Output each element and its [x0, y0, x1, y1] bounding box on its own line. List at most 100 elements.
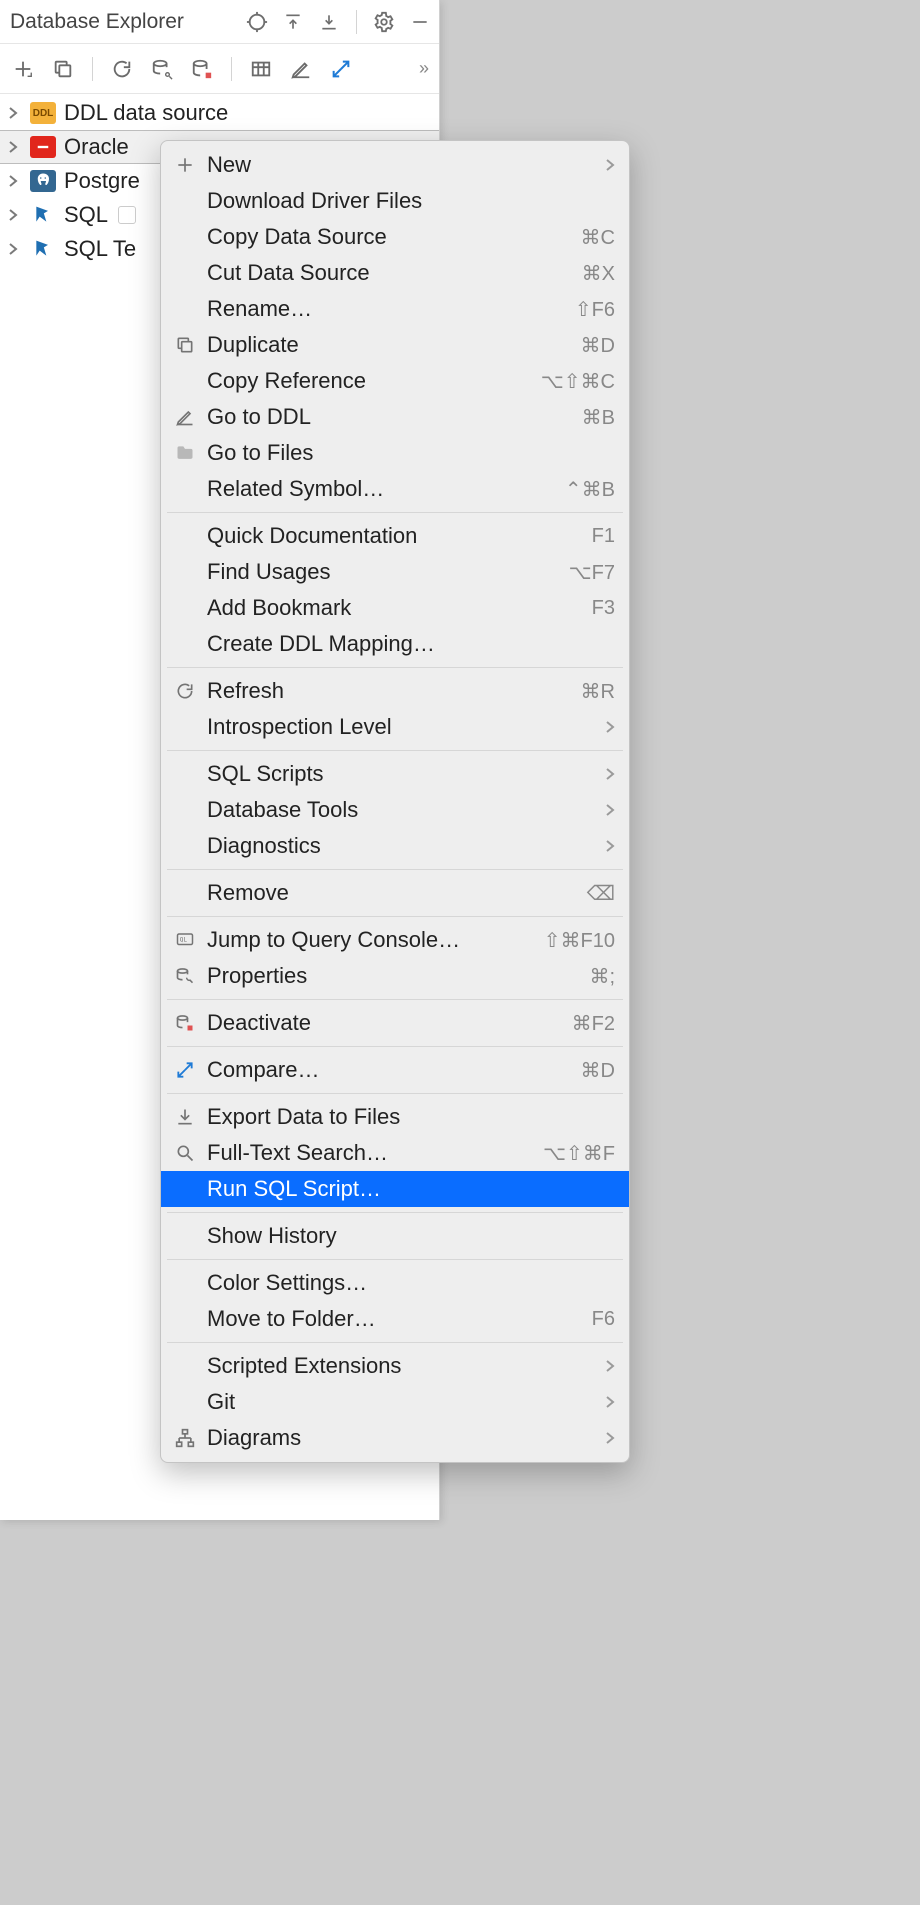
menu-item[interactable]: Deactivate⌘F2	[161, 1005, 629, 1041]
menu-item-label: Rename…	[207, 296, 567, 322]
menu-separator	[167, 916, 623, 917]
menu-item[interactable]: Copy Data Source⌘C	[161, 219, 629, 255]
collapse-all-icon[interactable]	[316, 9, 342, 35]
minimize-icon[interactable]	[407, 9, 433, 35]
blank-icon	[171, 834, 199, 858]
datasource-label: Oracle	[64, 134, 129, 160]
menu-item-shortcut: ⌘;	[589, 964, 615, 989]
duplicate-icon[interactable]	[48, 54, 78, 84]
console-icon: QL	[171, 928, 199, 952]
compare-icon[interactable]	[326, 54, 356, 84]
blank-icon	[171, 225, 199, 249]
menu-item-label: Jump to Query Console…	[207, 927, 536, 953]
menu-item[interactable]: Export Data to Files	[161, 1099, 629, 1135]
menu-item-label: Related Symbol…	[207, 476, 557, 502]
menu-item[interactable]: SQL Scripts	[161, 756, 629, 792]
blank-icon	[171, 524, 199, 548]
compare-icon	[171, 1058, 199, 1082]
menu-item[interactable]: Diagrams	[161, 1420, 629, 1456]
chevron-right-icon[interactable]	[8, 107, 22, 119]
chevron-right-icon[interactable]	[8, 243, 22, 255]
menu-item[interactable]: Show History	[161, 1218, 629, 1254]
chevron-right-icon[interactable]	[8, 175, 22, 187]
blank-icon	[171, 715, 199, 739]
blank-icon	[171, 189, 199, 213]
chevron-right-icon[interactable]	[8, 209, 22, 221]
blank-icon	[171, 596, 199, 620]
more-icon[interactable]: »	[419, 58, 431, 79]
menu-item-shortcut: ⌃⌘B	[565, 477, 615, 502]
menu-item[interactable]: Add Bookmark F3	[161, 590, 629, 626]
chevron-right-icon	[605, 839, 615, 853]
menu-item-label: Add Bookmark	[207, 595, 584, 621]
menu-item[interactable]: QLJump to Query Console…⇧⌘F10	[161, 922, 629, 958]
add-icon[interactable]	[8, 54, 38, 84]
menu-item-label: Download Driver Files	[207, 188, 615, 214]
menu-item-shortcut: F3	[592, 597, 615, 620]
menu-item-shortcut: ⌥F7	[569, 560, 615, 585]
datasource-label: Postgre	[64, 168, 140, 194]
menu-item[interactable]: Refresh⌘R	[161, 673, 629, 709]
table-icon[interactable]	[246, 54, 276, 84]
menu-item[interactable]: Full-Text Search…⌥⇧⌘F	[161, 1135, 629, 1171]
menu-item[interactable]: Scripted Extensions	[161, 1348, 629, 1384]
menu-item[interactable]: Cut Data Source⌘X	[161, 255, 629, 291]
menu-item[interactable]: New	[161, 147, 629, 183]
menu-item-label: Export Data to Files	[207, 1104, 615, 1130]
menu-item[interactable]: Diagnostics	[161, 828, 629, 864]
menu-item[interactable]: Run SQL Script…	[161, 1171, 629, 1207]
menu-item-label: Run SQL Script…	[207, 1176, 615, 1202]
menu-item[interactable]: Introspection Level	[161, 709, 629, 745]
refresh-icon[interactable]	[107, 54, 137, 84]
menu-item[interactable]: Go to Files	[161, 435, 629, 471]
target-icon[interactable]	[244, 9, 270, 35]
menu-item[interactable]: Remove⌫	[161, 875, 629, 911]
menu-item-label: Compare…	[207, 1057, 573, 1083]
menu-item-shortcut: F6	[592, 1308, 615, 1331]
menu-item-label: Diagnostics	[207, 833, 597, 859]
blank-icon	[171, 369, 199, 393]
menu-item[interactable]: Color Settings…	[161, 1265, 629, 1301]
menu-item[interactable]: Move to Folder…F6	[161, 1301, 629, 1337]
db-stop-icon[interactable]	[187, 54, 217, 84]
menu-item-label: Quick Documentation	[207, 523, 584, 549]
panel-header-icons	[244, 9, 433, 35]
blank-icon	[171, 1354, 199, 1378]
menu-item[interactable]: Download Driver Files	[161, 183, 629, 219]
menu-item-shortcut: ⌘F2	[572, 1011, 615, 1036]
db-wrench-icon[interactable]	[147, 54, 177, 84]
chevron-right-icon	[605, 1431, 615, 1445]
datasource-row[interactable]: DDLDDL data source	[0, 96, 439, 130]
blank-icon	[171, 881, 199, 905]
menu-item-shortcut: ⌥⇧⌘C	[541, 369, 615, 394]
wrench-icon	[171, 964, 199, 988]
chevron-right-icon	[605, 767, 615, 781]
menu-item[interactable]: Copy Reference⌥⇧⌘C	[161, 363, 629, 399]
blank-icon	[171, 762, 199, 786]
menu-separator	[167, 750, 623, 751]
menu-item[interactable]: Related Symbol… ⌃⌘B	[161, 471, 629, 507]
menu-item[interactable]: Database Tools	[161, 792, 629, 828]
datasource-label: SQL	[64, 202, 108, 228]
blank-icon	[171, 1390, 199, 1414]
menu-item[interactable]: Find Usages⌥F7	[161, 554, 629, 590]
gear-icon[interactable]	[371, 9, 397, 35]
datasource-icon	[30, 238, 56, 260]
menu-separator	[167, 1342, 623, 1343]
blank-icon	[171, 1177, 199, 1201]
menu-item[interactable]: Create DDL Mapping…	[161, 626, 629, 662]
menu-item-shortcut: ⌘D	[581, 1058, 615, 1083]
menu-item[interactable]: Compare… ⌘D	[161, 1052, 629, 1088]
menu-item[interactable]: Git	[161, 1384, 629, 1420]
menu-item-shortcut: ⌘D	[581, 333, 615, 358]
chevron-right-icon[interactable]	[8, 141, 22, 153]
menu-item[interactable]: Duplicate⌘D	[161, 327, 629, 363]
menu-item[interactable]: Rename…⇧F6	[161, 291, 629, 327]
menu-item[interactable]: Quick DocumentationF1	[161, 518, 629, 554]
menu-item[interactable]: Go to DDL⌘B	[161, 399, 629, 435]
menu-separator	[167, 1259, 623, 1260]
expand-all-icon[interactable]	[280, 9, 306, 35]
menu-item[interactable]: Properties⌘;	[161, 958, 629, 994]
chevron-right-icon	[605, 720, 615, 734]
pencil-icon[interactable]	[286, 54, 316, 84]
